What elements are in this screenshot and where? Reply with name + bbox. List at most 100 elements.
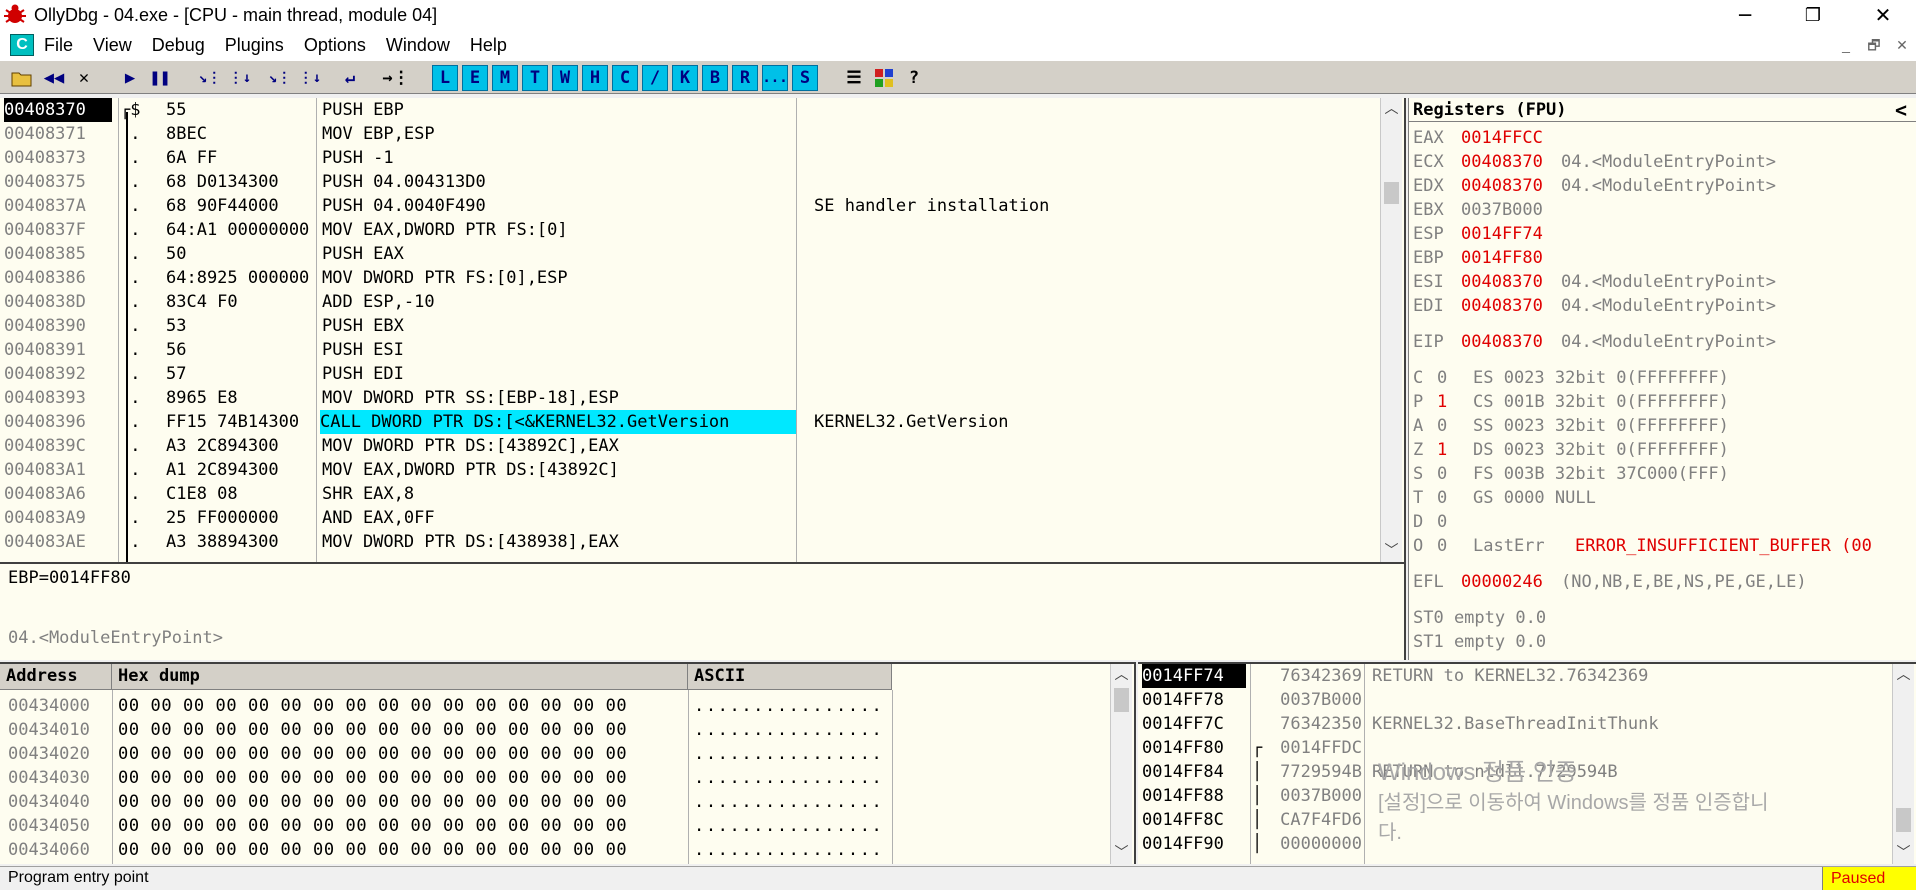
flag-row[interactable]: P 1 CS 001B 32bit 0(FFFFFFFF): [1413, 390, 1913, 414]
register-row[interactable]: EBX 0037B000: [1413, 198, 1913, 222]
memory-map-button[interactable]: M: [492, 65, 518, 91]
disasm-row[interactable]: 00408370 ┌$ 55 PUSH EBP: [0, 98, 1380, 122]
disasm-row[interactable]: 00408371 . 8BEC MOV EBP,ESP: [0, 122, 1380, 146]
register-value[interactable]: 00408370: [1461, 330, 1543, 354]
run-icon[interactable]: ▶: [116, 65, 144, 91]
restart-icon[interactable]: ◀◀: [40, 65, 68, 91]
disasm-row[interactable]: 00408375 . 68 D0134300 PUSH 04.004313D0: [0, 170, 1380, 194]
log-window-button[interactable]: L: [432, 65, 458, 91]
disasm-row[interactable]: 0040837F . 64:A1 00000000 MOV EAX,DWORD PT…: [0, 218, 1380, 242]
register-value[interactable]: 00000246: [1461, 570, 1543, 594]
menu-window[interactable]: Window: [376, 35, 460, 56]
disasm-row[interactable]: 004083AE . A3 38894300 MOV DWORD PTR DS:[4…: [0, 530, 1380, 554]
pause-icon[interactable]: ❚❚: [146, 65, 174, 91]
register-value[interactable]: 0037B000: [1461, 198, 1543, 222]
call-stack-button[interactable]: K: [672, 65, 698, 91]
registers-pane[interactable]: Registers (FPU) < EAX 0014FFCC ECX 00408370…: [1408, 98, 1916, 660]
flag-row[interactable]: A 0 SS 0023 32bit 0(FFFFFFFF): [1413, 414, 1913, 438]
flag-value[interactable]: 0: [1437, 534, 1447, 558]
dump-row[interactable]: 00434020 00 00 00 00 00 00 00 00 00 00 00…: [0, 742, 1100, 766]
breakpoints-window-button[interactable]: B: [702, 65, 728, 91]
cpu-window-menu-button[interactable]: C: [10, 34, 34, 56]
appearance-icon[interactable]: [870, 65, 898, 91]
flag-row[interactable]: T 0 GS 0000 NULL: [1413, 486, 1913, 510]
dump-scroll-up-icon[interactable]: ︿: [1111, 664, 1132, 684]
disasm-row[interactable]: 00408392 . 57 PUSH EDI: [0, 362, 1380, 386]
fpu-register-row[interactable]: ST0 empty 0.0: [1413, 606, 1546, 630]
flag-value[interactable]: 1: [1437, 390, 1447, 414]
handles-window-button[interactable]: H: [582, 65, 608, 91]
disasm-row[interactable]: 004083A9 . 25 FF000000 AND EAX,0FF: [0, 506, 1380, 530]
lasterr-row[interactable]: O 0 LastErr ERROR_INSUFFICIENT_BUFFER (00: [1413, 534, 1916, 558]
disasm-row[interactable]: 00408391 . 56 PUSH ESI: [0, 338, 1380, 362]
hex-dump-pane[interactable]: Address Hex dump ASCII 00434000 00 00 00 …: [0, 662, 1136, 864]
step-over-icon[interactable]: ⋮↓: [226, 65, 254, 91]
disasm-row[interactable]: 004083A6 . C1E8 08 SHR EAX,8: [0, 482, 1380, 506]
minimize-button[interactable]: ─: [1722, 0, 1768, 30]
disassembler-scrollbar[interactable]: ︿ ﹀: [1380, 98, 1402, 562]
dump-header-hex[interactable]: Hex dump: [112, 664, 688, 690]
collapse-arrow-icon[interactable]: <: [1895, 98, 1907, 122]
flag-row[interactable]: S 0 FS 003B 32bit 37C000(FFF): [1413, 462, 1913, 486]
flag-value[interactable]: 0: [1437, 510, 1447, 534]
dump-row[interactable]: 00434030 00 00 00 00 00 00 00 00 00 00 00…: [0, 766, 1100, 790]
dump-scroll-down-icon[interactable]: ﹀: [1111, 842, 1132, 862]
disasm-row[interactable]: 00408373 . 6A FF PUSH -1: [0, 146, 1380, 170]
dump-scrollbar[interactable]: ︿ ﹀: [1110, 664, 1132, 864]
dump-row[interactable]: 00434060 00 00 00 00 00 00 00 00 00 00 00…: [0, 838, 1100, 862]
dump-row[interactable]: 00434010 00 00 00 00 00 00 00 00 00 00 00…: [0, 718, 1100, 742]
scroll-down-arrow-icon[interactable]: ﹀: [1381, 540, 1402, 560]
close-program-icon[interactable]: ✕: [70, 65, 98, 91]
register-value[interactable]: 00408370: [1461, 270, 1543, 294]
register-value[interactable]: 00408370: [1461, 150, 1543, 174]
cpu-window-button[interactable]: C: [612, 65, 638, 91]
execute-till-return-icon[interactable]: ↵: [336, 65, 364, 91]
efl-row[interactable]: EFL 00000246 (NO,NB,E,BE,NS,PE,GE,LE): [1413, 570, 1913, 594]
menu-plugins[interactable]: Plugins: [215, 35, 294, 56]
windows-list-button[interactable]: W: [552, 65, 578, 91]
flag-row[interactable]: Z 1 DS 0023 32bit 0(FFFFFFFF): [1413, 438, 1913, 462]
register-row[interactable]: EAX 0014FFCC: [1413, 126, 1913, 150]
stack-scroll-up-icon[interactable]: ︿: [1893, 664, 1914, 684]
flag-value[interactable]: 1: [1437, 438, 1447, 462]
disasm-row[interactable]: 00408385 . 50 PUSH EAX: [0, 242, 1380, 266]
help-icon[interactable]: ?: [900, 65, 928, 91]
dump-row[interactable]: 00434050 00 00 00 00 00 00 00 00 00 00 00…: [0, 814, 1100, 838]
disasm-row[interactable]: 0040838D . 83C4 F0 ADD ESP,-10: [0, 290, 1380, 314]
go-to-origin-icon[interactable]: →⋮: [382, 65, 410, 91]
list-options-icon[interactable]: ☰: [840, 65, 868, 91]
menu-file[interactable]: File: [34, 35, 83, 56]
register-row[interactable]: ESP 0014FF74: [1413, 222, 1913, 246]
dump-header-address[interactable]: Address: [0, 664, 112, 690]
mdi-close-button[interactable]: ✕: [1890, 34, 1914, 56]
restore-button[interactable]: ❐: [1790, 0, 1836, 30]
register-value[interactable]: 00408370: [1461, 294, 1543, 318]
dump-row[interactable]: 00434000 00 00 00 00 00 00 00 00 00 00 00…: [0, 694, 1100, 718]
register-row-eip[interactable]: EIP 00408370 04.<ModuleEntryPoint>: [1413, 330, 1913, 354]
disasm-row[interactable]: 00408396 . FF15 74B14300 CALL DWORD PTR DS…: [0, 410, 1380, 434]
dump-scroll-thumb[interactable]: [1114, 688, 1129, 712]
disasm-row[interactable]: 0040839C . A3 2C894300 MOV DWORD PTR DS:[4…: [0, 434, 1380, 458]
register-value[interactable]: 0014FF74: [1461, 222, 1543, 246]
stack-scroll-thumb[interactable]: [1896, 808, 1911, 832]
register-row[interactable]: ECX 00408370 04.<ModuleEntryPoint>: [1413, 150, 1913, 174]
register-row[interactable]: EDI 00408370 04.<ModuleEntryPoint>: [1413, 294, 1913, 318]
register-value[interactable]: 0014FFCC: [1461, 126, 1543, 150]
modules-window-button[interactable]: E: [462, 65, 488, 91]
trace-over-icon[interactable]: ⋮↓: [296, 65, 324, 91]
flag-value[interactable]: 0: [1437, 414, 1447, 438]
flag-row[interactable]: D0: [1413, 510, 1913, 534]
menu-view[interactable]: View: [83, 35, 142, 56]
scroll-thumb[interactable]: [1384, 182, 1399, 204]
patches-window-button[interactable]: /: [642, 65, 668, 91]
register-row[interactable]: EDX 00408370 04.<ModuleEntryPoint>: [1413, 174, 1913, 198]
dump-row[interactable]: 00434040 00 00 00 00 00 00 00 00 00 00 00…: [0, 790, 1100, 814]
disasm-row[interactable]: 0040837A . 68 90F44000 PUSH 04.0040F490 SE …: [0, 194, 1380, 218]
source-window-button[interactable]: S: [792, 65, 818, 91]
mdi-minimize-button[interactable]: _: [1834, 34, 1858, 56]
threads-window-button[interactable]: T: [522, 65, 548, 91]
step-into-icon[interactable]: ↘⋮: [196, 65, 224, 91]
open-folder-icon[interactable]: [8, 65, 36, 91]
register-value[interactable]: 00408370: [1461, 174, 1543, 198]
references-window-button[interactable]: R: [732, 65, 758, 91]
